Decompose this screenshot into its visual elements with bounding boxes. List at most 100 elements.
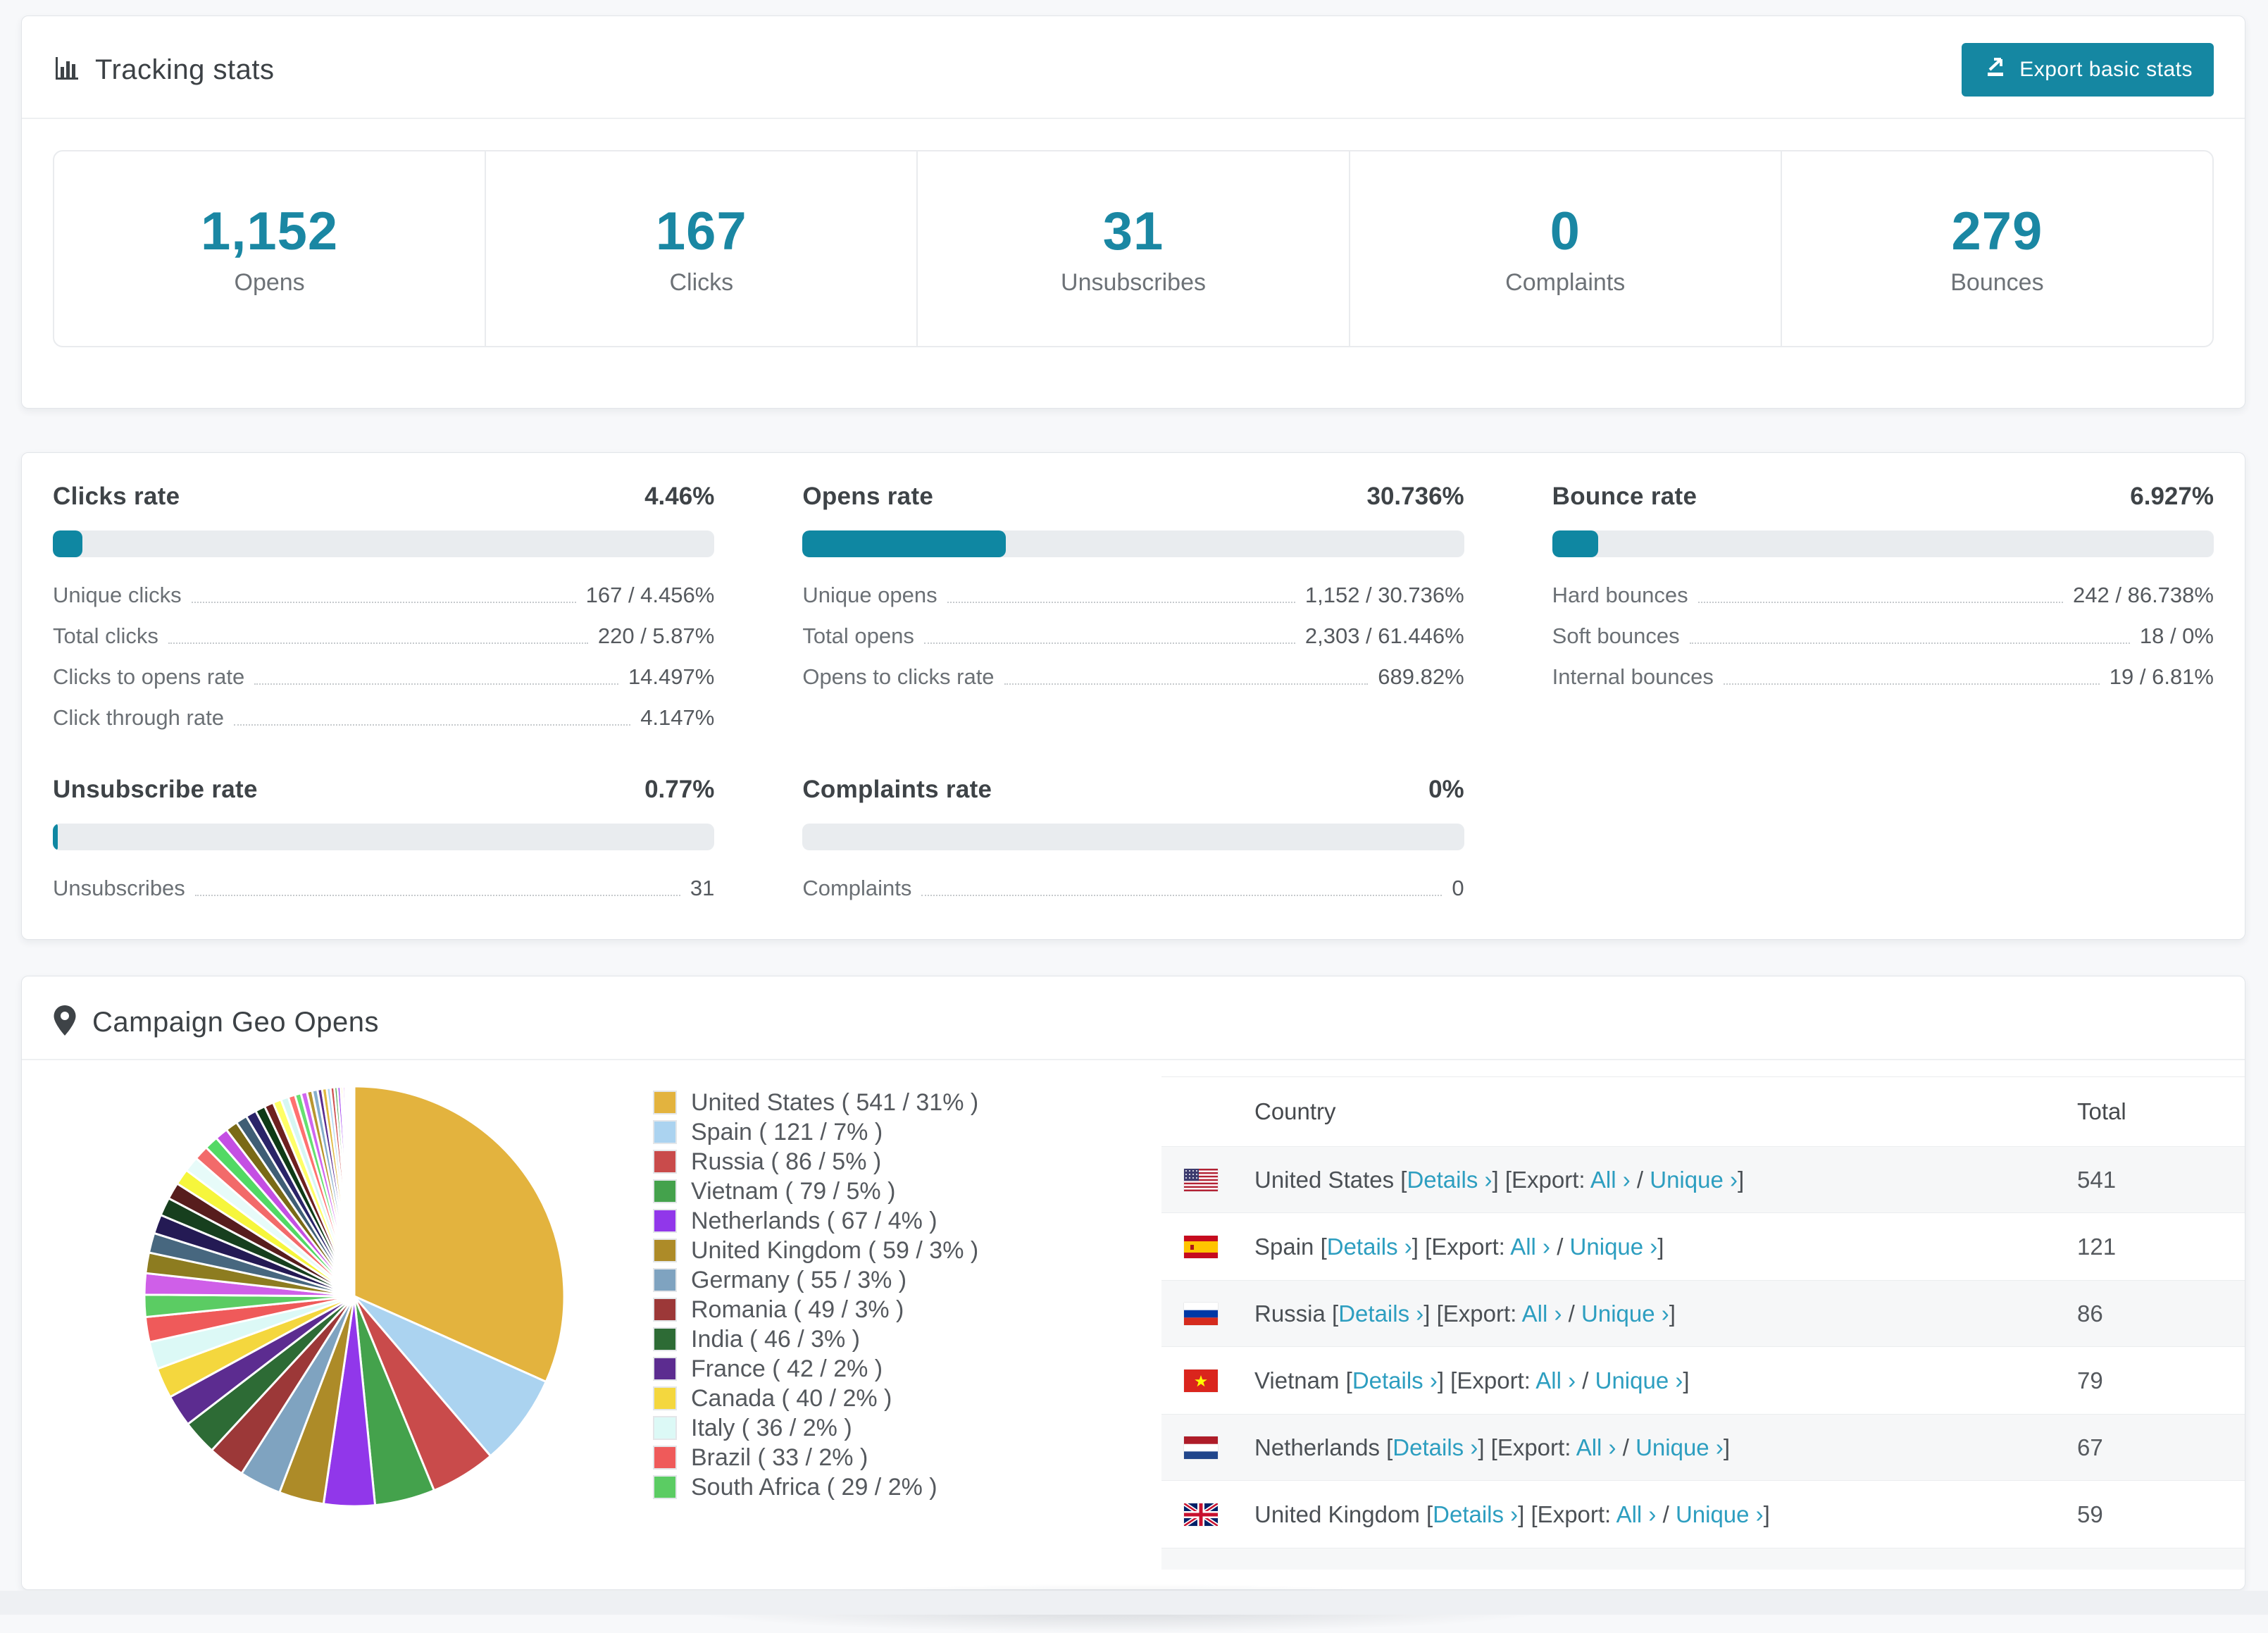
legend-label: Russia ( 86 / 5% ) — [691, 1148, 882, 1175]
stat-unsubscribes: 31 Unsubscribes — [916, 151, 1348, 346]
stat-clicks: 167 Clicks — [485, 151, 916, 346]
legend-swatch — [654, 1092, 675, 1113]
stat-label-bounces: Bounces — [1950, 269, 2044, 296]
progress-fill-clicks-rate — [53, 530, 82, 557]
progress-bar-opens-rate — [802, 530, 1464, 557]
rate-panel-unsubscribe-rate: Unsubscribe rate 0.77% Unsubscribes 31 — [53, 776, 715, 901]
legend-label: Germany ( 55 / 3% ) — [691, 1266, 907, 1293]
country-cell-spain: Spain [Details ›] [Export: All › / Uniqu… — [1254, 1233, 1664, 1260]
rates-card: Clicks rate 4.46% Unique clicks 167 / 4.456… — [21, 452, 2245, 940]
total-cell-united-kingdom: 59 — [2077, 1501, 2103, 1527]
rate-value-clicks-rate: 4.46% — [644, 483, 715, 510]
stat-value-complaints: 0 — [1550, 201, 1581, 261]
total-cell-united-states: 541 — [2077, 1166, 2117, 1193]
stat-bounces: 279 Bounces — [1780, 151, 2212, 346]
geo-table-header: Country Total — [1161, 1077, 2245, 1146]
legend-item-south-africa: South Africa ( 29 / 2% ) — [654, 1472, 978, 1502]
stat-label-clicks: Clicks — [669, 269, 734, 296]
rate-title-opens-rate: Opens rate — [802, 483, 934, 510]
export-unique-link-united-states[interactable]: Unique › — [1650, 1167, 1738, 1193]
details-link-united-states[interactable]: Details › — [1407, 1167, 1492, 1193]
nl-flag-icon — [1184, 1436, 1218, 1459]
legend-label: Vietnam ( 79 / 5% ) — [691, 1177, 896, 1205]
total-cell-vietnam: 79 — [2077, 1367, 2103, 1393]
geo-title: Campaign Geo Opens — [92, 1007, 380, 1038]
progress-fill-opens-rate — [802, 530, 1007, 557]
legend-item-france: France ( 42 / 2% ) — [654, 1354, 978, 1384]
rate-row-click-through-rate: Click through rate 4.147% — [53, 705, 715, 730]
geo-table: Country Total United States [Details ›] … — [1161, 1076, 2245, 1570]
stat-value-unsubscribes: 31 — [1102, 201, 1164, 261]
page-title: Tracking stats — [95, 54, 275, 85]
country-cell-germany: Germany [Details ›] [Export: All › / Uni… — [1161, 1568, 2077, 1570]
export-basic-stats-button[interactable]: Export basic stats — [1962, 43, 2214, 97]
dotted-leader — [1004, 683, 1369, 685]
export-unique-link-united-kingdom[interactable]: Unique › — [1676, 1501, 1764, 1527]
dotted-leader — [1697, 602, 2064, 603]
tracking-stats-card: Tracking stats Export basic stats 1,152 O… — [21, 15, 2245, 409]
legend-item-netherlands: Netherlands ( 67 / 4% ) — [654, 1206, 978, 1236]
details-link-spain[interactable]: Details › — [1327, 1234, 1412, 1260]
table-row-germany: Germany [Details ›] [Export: All › / Uni… — [1161, 1548, 2245, 1570]
legend-swatch — [654, 1358, 675, 1379]
rate-row-hard-bounces: Hard bounces 242 / 86.738% — [1552, 583, 2214, 607]
table-row-netherlands: Netherlands [Details ›] [Export: All › /… — [1161, 1414, 2245, 1481]
rate-row-total-clicks: Total clicks 220 / 5.87% — [53, 623, 715, 648]
legend-label: Spain ( 121 / 7% ) — [691, 1118, 883, 1145]
column-header-country: Country — [1254, 1098, 1336, 1124]
rate-row-unique-opens: Unique opens 1,152 / 30.736% — [802, 583, 1464, 607]
rate-row-clicks-to-opens-rate: Clicks to opens rate 14.497% — [53, 664, 715, 689]
details-link-united-kingdom[interactable]: Details › — [1433, 1501, 1518, 1527]
rate-row-internal-bounces: Internal bounces 19 / 6.81% — [1552, 664, 2214, 689]
total-cell-spain: 121 — [2077, 1233, 2117, 1260]
legend-label: France ( 42 / 2% ) — [691, 1355, 883, 1382]
export-unique-link-vietnam[interactable]: Unique › — [1595, 1367, 1683, 1393]
progress-bar-clicks-rate — [53, 530, 715, 557]
legend-item-brazil: Brazil ( 33 / 2% ) — [654, 1443, 978, 1472]
table-row-united-states: United States [Details ›] [Export: All ›… — [1161, 1146, 2245, 1213]
country-cell-vietnam: Vietnam [Details ›] [Export: All › / Uni… — [1254, 1367, 1690, 1393]
export-all-link-vietnam[interactable]: All › — [1535, 1367, 1576, 1393]
rate-panel-opens-rate: Opens rate 30.736% Unique opens 1,152 / 30.… — [802, 483, 1464, 731]
legend-label: Netherlands ( 67 / 4% ) — [691, 1207, 937, 1234]
stat-value-opens: 1,152 — [201, 201, 339, 261]
export-all-link-netherlands[interactable]: All › — [1576, 1434, 1616, 1460]
stat-value-bounces: 279 — [1951, 201, 2043, 261]
dotted-leader — [194, 895, 680, 896]
table-row-spain: Spain [Details ›] [Export: All › / Uniqu… — [1161, 1213, 2245, 1280]
export-unique-link-germany[interactable]: Unique › — [1606, 1568, 1694, 1570]
pie-legend: United States ( 541 / 31% ) Spain ( 121 /… — [654, 1088, 978, 1502]
rate-panel-complaints-rate: Complaints rate 0% Complaints 0 — [802, 776, 1464, 901]
export-all-link-united-states[interactable]: All › — [1590, 1167, 1631, 1193]
stat-label-unsubscribes: Unsubscribes — [1061, 269, 1206, 296]
export-unique-link-spain[interactable]: Unique › — [1570, 1234, 1658, 1260]
rate-value-unsubscribe-rate: 0.77% — [644, 776, 715, 803]
export-all-link-russia[interactable]: All › — [1522, 1300, 1562, 1327]
details-link-russia[interactable]: Details › — [1338, 1300, 1423, 1327]
table-row-vietnam: Vietnam [Details ›] [Export: All › / Uni… — [1161, 1347, 2245, 1414]
rate-value-bounce-rate: 6.927% — [2130, 483, 2214, 510]
legend-item-russia: Russia ( 86 / 5% ) — [654, 1147, 978, 1176]
export-all-link-united-kingdom[interactable]: All › — [1616, 1501, 1657, 1527]
stat-complaints: 0 Complaints — [1348, 151, 1781, 346]
dotted-leader — [1723, 683, 2100, 685]
legend-label: India ( 46 / 3% ) — [691, 1325, 861, 1353]
campaign-geo-opens-card: Campaign Geo Opens United States ( 541 /… — [21, 976, 2245, 1590]
legend-swatch — [654, 1477, 675, 1498]
gb-flag-icon — [1184, 1503, 1218, 1526]
legend-label: United States ( 541 / 31% ) — [691, 1088, 979, 1116]
export-all-link-spain[interactable]: All › — [1510, 1234, 1550, 1260]
legend-swatch — [654, 1269, 675, 1291]
legend-swatch — [654, 1447, 675, 1468]
export-all-link-germany[interactable]: All › — [1546, 1568, 1586, 1570]
details-link-netherlands[interactable]: Details › — [1392, 1434, 1478, 1460]
page-bottom-strip — [0, 1591, 2268, 1615]
tracking-stats-header: Tracking stats Export basic stats — [22, 16, 2245, 119]
export-unique-link-netherlands[interactable]: Unique › — [1635, 1434, 1724, 1460]
geo-pie-chart — [137, 1079, 571, 1513]
rate-row-complaints: Complaints 0 — [802, 876, 1464, 900]
legend-item-germany: Germany ( 55 / 3% ) — [654, 1265, 978, 1295]
details-link-germany[interactable]: Details › — [1363, 1568, 1448, 1570]
export-unique-link-russia[interactable]: Unique › — [1581, 1300, 1669, 1327]
details-link-vietnam[interactable]: Details › — [1352, 1367, 1438, 1393]
